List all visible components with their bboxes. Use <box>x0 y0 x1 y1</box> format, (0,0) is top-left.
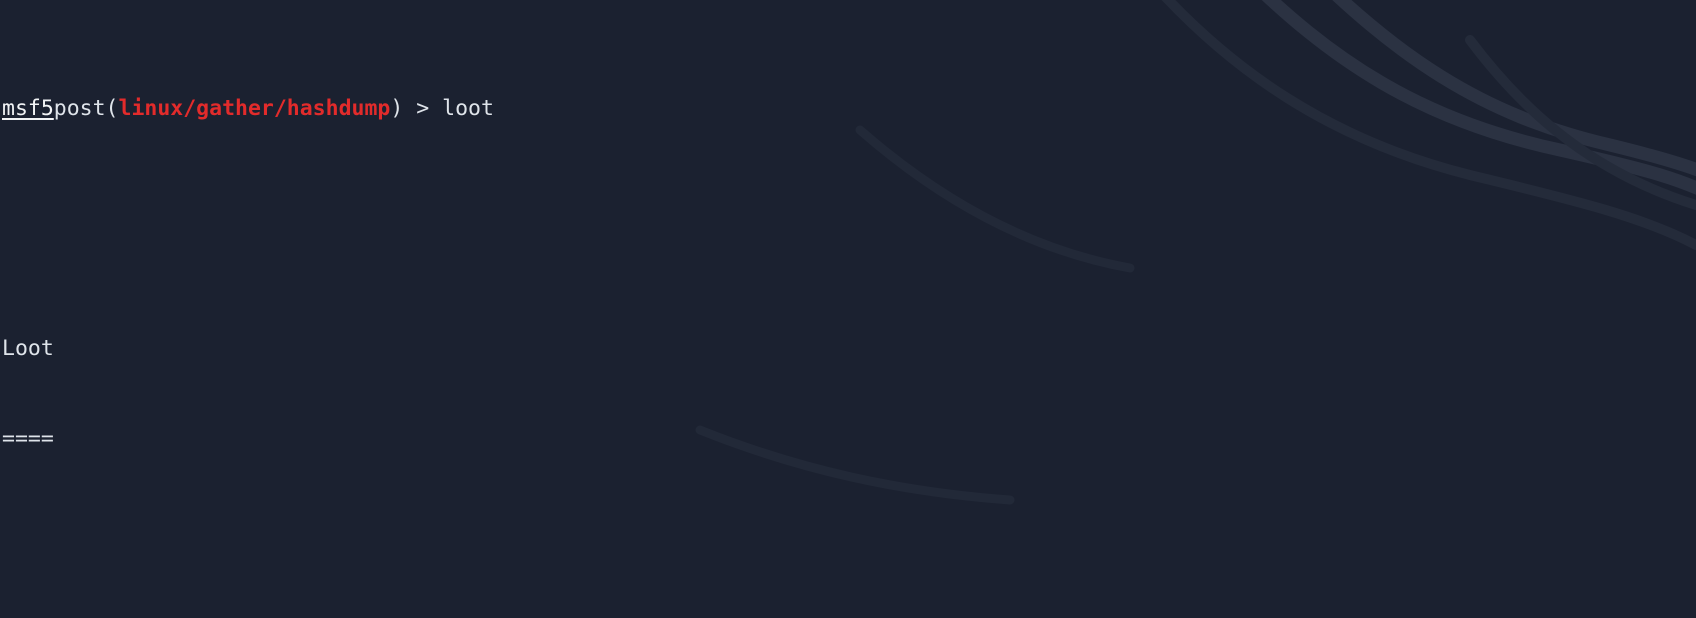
section-title: Loot <box>2 336 54 361</box>
terminal-output: msf5post(linux/gather/hashdump) > loot L… <box>0 0 1696 618</box>
prompt-symbol: > <box>403 96 443 121</box>
prompt-module-path: linux/gather/hashdump <box>118 96 391 121</box>
section-title-underline: ==== <box>2 426 54 451</box>
typed-command: loot <box>442 96 494 121</box>
prompt-context-suffix: ) <box>390 96 404 121</box>
prompt-line-command: msf5post(linux/gather/hashdump) > loot <box>2 94 1696 124</box>
prompt-shell-label: msf5 <box>2 96 54 121</box>
prompt-context-prefix: post( <box>53 96 119 121</box>
terminal-window[interactable]: msf5post(linux/gather/hashdump) > loot L… <box>0 0 1696 618</box>
